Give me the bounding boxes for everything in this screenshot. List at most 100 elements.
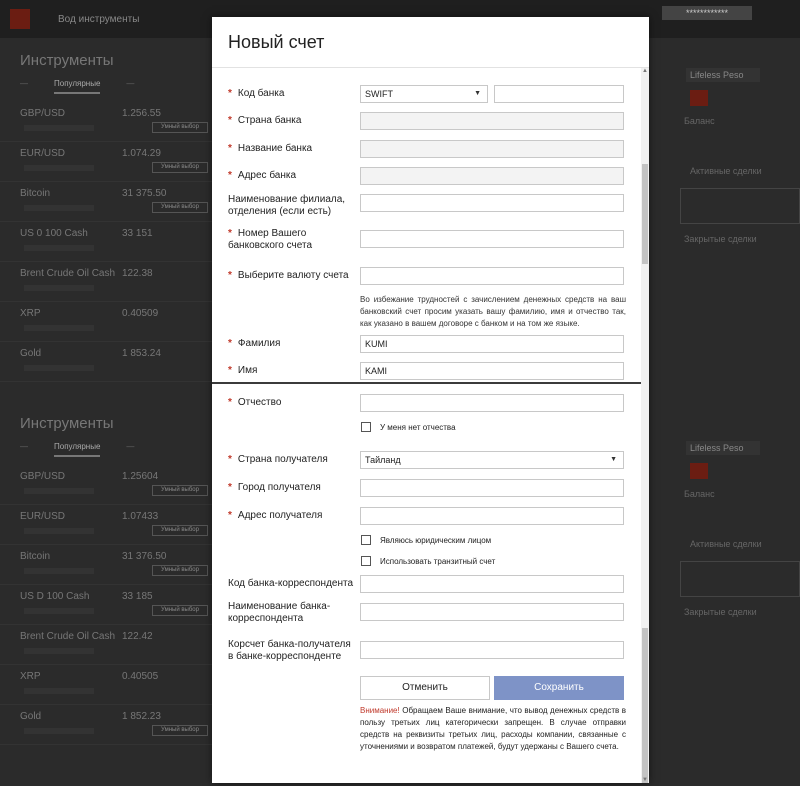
account-number-input[interactable] bbox=[360, 230, 624, 248]
right-panel-bottom: Lifeless Peso Баланс Активные сделки Зак… bbox=[640, 433, 800, 617]
user-account-mask[interactable]: ************ bbox=[662, 6, 752, 20]
corr-bank-code-input[interactable] bbox=[360, 575, 624, 593]
instrument-row[interactable]: Bitcoin 31 376.50 Умный выбор bbox=[0, 545, 212, 585]
currency-select[interactable] bbox=[360, 267, 624, 285]
closed-deals-label[interactable]: Закрытые сделки bbox=[684, 234, 800, 244]
tab-favorites-2[interactable]: — bbox=[20, 442, 28, 457]
instrument-subtitle bbox=[24, 568, 94, 574]
required-mark: * bbox=[228, 454, 232, 465]
active-deals-label: Активные сделки bbox=[690, 166, 762, 176]
warning-text: Обращаем Ваше внимание, что вывод денежн… bbox=[360, 706, 626, 751]
instrument-symbol: XRP bbox=[20, 671, 41, 682]
legal-entity-checkbox[interactable]: Являюсь юридическим лицом bbox=[361, 535, 491, 545]
bank-address-label: * Адрес банка bbox=[228, 170, 297, 181]
recipient-address-input[interactable] bbox=[360, 507, 624, 525]
checkbox-box[interactable] bbox=[361, 422, 371, 432]
modal-scrollbar[interactable]: ▲ ▼ bbox=[641, 68, 649, 783]
tab-other[interactable]: — bbox=[126, 79, 134, 94]
cancel-button[interactable]: Отменить bbox=[360, 676, 490, 700]
smart-choice-button[interactable]: Умный выбор bbox=[152, 485, 208, 496]
bank-name-input[interactable] bbox=[360, 140, 624, 158]
bank-name-label: * Название банка bbox=[228, 143, 313, 154]
instrument-row[interactable]: EUR/USD 1.07433 Умный выбор bbox=[0, 505, 212, 545]
instrument-row[interactable]: XRP 0.40505 bbox=[0, 665, 212, 705]
instrument-row[interactable]: Brent Crude Oil Cash 122.38 bbox=[0, 262, 212, 302]
instrument-subtitle bbox=[24, 488, 94, 494]
account-selector-2[interactable]: Lifeless Peso bbox=[686, 441, 760, 455]
smart-choice-button[interactable]: Умный выбор bbox=[152, 725, 208, 736]
third-party-warning: Внимание! Обращаем Ваше внимание, что вы… bbox=[360, 705, 626, 753]
account-logo-2 bbox=[690, 463, 708, 479]
last-name-input[interactable]: KUMI bbox=[360, 335, 624, 353]
save-button[interactable]: Сохранить bbox=[494, 676, 624, 700]
instrument-subtitle bbox=[24, 285, 94, 291]
instrument-subtitle bbox=[24, 165, 94, 171]
legal-entity-label: Являюсь юридическим лицом bbox=[380, 535, 492, 545]
scroll-thumb-2[interactable] bbox=[642, 628, 648, 783]
transit-account-checkbox[interactable]: Использовать транзитный счет bbox=[361, 556, 495, 566]
recipient-country-select[interactable]: Тайланд ▼ bbox=[360, 451, 624, 469]
instrument-price: 1 853.24 bbox=[122, 348, 161, 359]
bank-country-input[interactable] bbox=[360, 112, 624, 130]
smart-choice-button[interactable]: Умный выбор bbox=[152, 565, 208, 576]
instrument-subtitle bbox=[24, 125, 94, 131]
bank-address-input[interactable] bbox=[360, 167, 624, 185]
recipient-address-label: * Адрес получателя bbox=[228, 510, 323, 521]
instrument-row[interactable]: US D 100 Cash 33 185 Умный выбор bbox=[0, 585, 212, 625]
instrument-symbol: GBP/USD bbox=[20, 471, 66, 482]
screenshot-seam bbox=[212, 382, 649, 384]
corr-account-label: Корсчет банка-получателя в банке-корресп… bbox=[228, 639, 351, 662]
tab-popular[interactable]: Популярные bbox=[54, 79, 101, 94]
closed-deals-label-2[interactable]: Закрытые сделки bbox=[684, 607, 800, 617]
instrument-row[interactable]: GBP/USD 1.256.55 Умный выбор bbox=[0, 102, 212, 142]
patronymic-label: * Отчество bbox=[228, 397, 282, 408]
no-patronymic-checkbox[interactable]: У меня нет отчества bbox=[361, 422, 456, 432]
top-bar-tab[interactable]: Вод инструменты bbox=[58, 14, 139, 25]
tab-other-2[interactable]: — bbox=[126, 442, 134, 457]
scroll-down-icon[interactable]: ▼ bbox=[641, 777, 649, 783]
instrument-row[interactable]: Brent Crude Oil Cash 122.42 bbox=[0, 625, 212, 665]
scroll-up-icon[interactable]: ▲ bbox=[641, 68, 649, 74]
instrument-symbol: Brent Crude Oil Cash bbox=[20, 268, 116, 279]
instrument-row[interactable]: US 0 100 Cash 33 151 bbox=[0, 222, 212, 262]
tab-popular-2[interactable]: Популярные bbox=[54, 442, 101, 457]
patronymic-input[interactable] bbox=[360, 394, 624, 412]
recipient-city-input[interactable] bbox=[360, 479, 624, 497]
branch-name-input[interactable] bbox=[360, 194, 624, 212]
instrument-subtitle bbox=[24, 325, 94, 331]
instrument-symbol: EUR/USD bbox=[20, 511, 66, 522]
bank-country-label: * Страна банка bbox=[228, 115, 302, 126]
corr-bank-name-label: Наименование банка-корреспондента bbox=[228, 601, 331, 624]
corr-account-input[interactable] bbox=[360, 641, 624, 659]
instrument-row[interactable]: Gold 1 852.23 Умный выбор bbox=[0, 705, 212, 745]
instrument-symbol: Gold bbox=[20, 711, 42, 722]
name-language-note: Во избежание трудностей с зачислением де… bbox=[360, 295, 626, 328]
tab-favorites[interactable]: — bbox=[20, 79, 28, 94]
instrument-symbol: Bitcoin bbox=[20, 188, 51, 199]
smart-choice-button[interactable]: Умный выбор bbox=[152, 605, 208, 616]
instrument-price: 122.42 bbox=[122, 631, 153, 642]
bank-code-input[interactable] bbox=[494, 85, 624, 103]
first-name-input[interactable]: KAMI bbox=[360, 362, 624, 380]
instrument-row[interactable]: EUR/USD 1.074.29 Умный выбор bbox=[0, 142, 212, 182]
account-logo bbox=[690, 90, 708, 106]
bank-code-type-select[interactable]: SWIFT ▼ bbox=[360, 85, 488, 103]
instrument-price: 1.256.55 bbox=[122, 108, 161, 119]
modal-title: Новый счет bbox=[228, 32, 325, 52]
instrument-row[interactable]: Bitcoin 31 375.50 Умный выбор bbox=[0, 182, 212, 222]
instrument-row[interactable]: Gold 1 853.24 bbox=[0, 342, 212, 382]
smart-choice-button[interactable]: Умный выбор bbox=[152, 122, 208, 133]
smart-choice-button[interactable]: Умный выбор bbox=[152, 162, 208, 173]
instrument-price: 33 185 bbox=[122, 591, 153, 602]
balance-label-2: Баланс bbox=[684, 489, 715, 499]
checkbox-box[interactable] bbox=[361, 556, 371, 566]
instrument-row[interactable]: XRP 0.40509 bbox=[0, 302, 212, 342]
required-mark: * bbox=[228, 143, 232, 154]
checkbox-box[interactable] bbox=[361, 535, 371, 545]
smart-choice-button[interactable]: Умный выбор bbox=[152, 202, 208, 213]
scroll-thumb[interactable] bbox=[642, 164, 648, 264]
account-selector[interactable]: Lifeless Peso bbox=[686, 68, 760, 82]
corr-bank-name-input[interactable] bbox=[360, 603, 624, 621]
smart-choice-button[interactable]: Умный выбор bbox=[152, 525, 208, 536]
instrument-row[interactable]: GBP/USD 1.25604 Умный выбор bbox=[0, 465, 212, 505]
